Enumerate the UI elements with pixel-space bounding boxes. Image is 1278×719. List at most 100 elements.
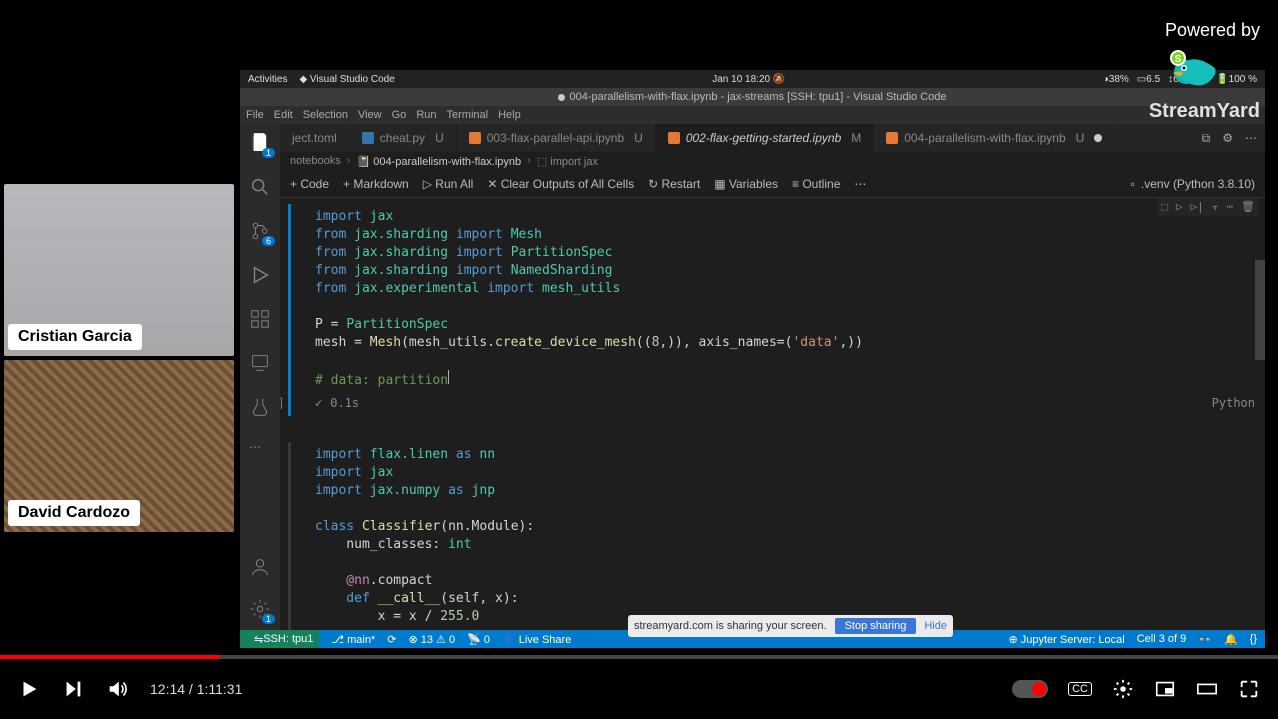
notebook-editor[interactable]: ⬚ ▷ ▷| ⫟ ⋯ 🗑 ▷ import jax from jax.shard… (280, 198, 1265, 630)
gnome-battery-pct: ◑38% (1103, 74, 1129, 85)
tab-002[interactable]: 002-flax-getting-started.ipynbM (656, 124, 874, 152)
cell-more-icon[interactable]: ⋯ (1226, 200, 1233, 214)
webcam-2-name: David Cardozo (8, 500, 140, 526)
status-icon-1[interactable]: 👓 (1198, 633, 1212, 646)
share-notice-text: streamyard.com is sharing your screen. (634, 620, 827, 632)
editor-tabs: ject.toml cheat.pyU 003-flax-parallel-ap… (240, 124, 1265, 152)
python-icon (362, 132, 374, 144)
exec-time: 0.1s (330, 396, 359, 410)
run-by-line-icon[interactable]: ⬚ (1161, 200, 1168, 214)
debug-ports[interactable]: 📡 0 (467, 633, 490, 646)
fullscreen-button[interactable] (1238, 678, 1260, 700)
accounts-icon[interactable] (249, 556, 271, 578)
captions-button[interactable]: CC (1068, 682, 1092, 696)
breadcrumbs[interactable]: notebooks› 📓 004-parallelism-with-flax.i… (240, 152, 1265, 170)
clear-outputs-button[interactable]: ✕ Clear Outputs of All Cells (487, 177, 634, 191)
cell-toolbar: ⬚ ▷ ▷| ⫟ ⋯ 🗑 (1157, 198, 1259, 216)
git-sync[interactable]: ⟳ (387, 633, 396, 646)
run-all-button[interactable]: ▷ Run All (423, 177, 474, 191)
outline-button[interactable]: ≡ Outline (792, 177, 840, 191)
menu-run[interactable]: Run (416, 109, 436, 121)
stop-sharing-button[interactable]: Stop sharing (835, 618, 917, 634)
screen-share-notice: streamyard.com is sharing your screen. S… (628, 615, 953, 637)
menu-help[interactable]: Help (498, 109, 521, 121)
testing-icon[interactable] (249, 396, 271, 418)
code-cell-1[interactable]: ⬚ ▷ ▷| ⫟ ⋯ 🗑 ▷ import jax from jax.shard… (288, 204, 1265, 416)
activity-bar: 1 6 ⋯ 1 (240, 124, 280, 630)
time-display: 12:14 / 1:11:31 (150, 681, 242, 697)
search-icon[interactable] (249, 176, 271, 198)
extensions-icon[interactable] (249, 308, 271, 330)
remote-indicator[interactable]: ⇋ SSH: tpu1 (248, 630, 319, 648)
gnome-datetime: Jan 10 18:20 (712, 74, 770, 85)
settings-icon[interactable]: ⚙ (1222, 131, 1233, 145)
add-code-button[interactable]: + Code (290, 177, 329, 191)
check-icon: ✓ (315, 396, 322, 410)
gnome-top-bar: Activities ◆ Visual Studio Code Jan 10 1… (240, 70, 1265, 88)
run-debug-icon[interactable] (249, 264, 271, 286)
hide-notice-button[interactable]: Hide (924, 620, 947, 632)
kernel-picker[interactable]: ▫ .venv (Python 3.8.10) (1131, 177, 1255, 191)
cell-position[interactable]: Cell 3 of 9 (1137, 633, 1187, 646)
streamyard-name: StreamYard (1149, 100, 1260, 123)
settings-button[interactable] (1112, 678, 1134, 700)
source-control-icon[interactable]: 6 (249, 220, 271, 242)
gnome-activities[interactable]: Activities (248, 74, 287, 85)
menu-selection[interactable]: Selection (303, 109, 348, 121)
notifications-icon[interactable]: 🔔 (1224, 633, 1238, 646)
problems[interactable]: ⊗ 13 ⚠ 0 (408, 633, 455, 646)
jupyter-server[interactable]: ⊕ Jupyter Server: Local (1008, 633, 1124, 646)
git-branch[interactable]: ⎇ main* (331, 633, 375, 646)
code-content-2[interactable]: import flax.linen as nn import jax impor… (315, 446, 1249, 626)
explorer-icon[interactable]: 1 (249, 132, 271, 154)
more-icon[interactable]: ⋯ (1245, 131, 1257, 145)
gnome-app[interactable]: ◆ Visual Studio Code (299, 74, 394, 85)
webcam-1: Cristian Garcia (4, 184, 234, 356)
live-share[interactable]: 👤 Live Share (502, 633, 571, 646)
menu-terminal[interactable]: Terminal (447, 109, 489, 121)
code-cell-2[interactable]: import flax.linen as nn import jax impor… (288, 442, 1265, 630)
volume-button[interactable] (106, 678, 128, 700)
menu-go[interactable]: Go (392, 109, 407, 121)
more-activity-icon[interactable]: ⋯ (249, 440, 271, 462)
execution-count: [6] (280, 396, 285, 410)
svg-text:S: S (1175, 54, 1182, 65)
code-content[interactable]: import jax from jax.sharding import Mesh… (315, 208, 1249, 390)
tab-ject-toml[interactable]: ject.toml (280, 124, 350, 152)
restart-button[interactable]: ↻ Restart (648, 177, 700, 191)
status-brackets-icon[interactable]: {} (1250, 633, 1257, 646)
menu-file[interactable]: File (246, 109, 264, 121)
video-controls: 12:14 / 1:11:31 CC (0, 659, 1278, 719)
notebook-icon (469, 132, 481, 144)
menu-view[interactable]: View (358, 109, 382, 121)
play-button[interactable] (18, 678, 40, 700)
split-cell-icon[interactable]: ⫟ (1212, 200, 1219, 214)
tab-004[interactable]: 004-parallelism-with-flax.ipynbU (874, 124, 1115, 152)
notebook-icon (886, 132, 898, 144)
webcam-2: David Cardozo (4, 360, 234, 532)
menu-edit[interactable]: Edit (274, 109, 293, 121)
compare-icon[interactable]: ⧉ (1202, 131, 1211, 146)
unsaved-dot-icon (1094, 134, 1102, 142)
add-markdown-button[interactable]: + Markdown (343, 177, 409, 191)
variables-button[interactable]: ▦ Variables (714, 177, 778, 191)
vscode-window: Activities ◆ Visual Studio Code Jan 10 1… (240, 70, 1265, 648)
tab-cheat-py[interactable]: cheat.pyU (350, 124, 457, 152)
remote-icon[interactable] (249, 352, 271, 374)
cell-language[interactable]: Python (1212, 396, 1255, 410)
autoplay-toggle[interactable] (1012, 680, 1048, 698)
next-button[interactable] (62, 678, 84, 700)
webcam-1-name: Cristian Garcia (8, 324, 142, 350)
tab-003[interactable]: 003-flax-parallel-api.ipynbU (457, 124, 656, 152)
theater-button[interactable] (1196, 678, 1218, 700)
execute-cell-icon[interactable]: ▷ (1176, 200, 1183, 214)
manage-icon[interactable]: 1 (249, 598, 271, 620)
editor-scrollbar[interactable] (1255, 200, 1265, 420)
miniplayer-button[interactable] (1154, 678, 1176, 700)
notebook-icon (668, 132, 680, 144)
delete-cell-icon[interactable]: 🗑 (1241, 200, 1255, 214)
powered-by-label: Powered by (1165, 20, 1260, 41)
notebook-toolbar: + Code + Markdown ▷ Run All ✕ Clear Outp… (240, 170, 1265, 198)
toolbar-more[interactable]: ⋯ (854, 177, 866, 191)
execute-below-icon[interactable]: ▷| (1190, 200, 1203, 214)
